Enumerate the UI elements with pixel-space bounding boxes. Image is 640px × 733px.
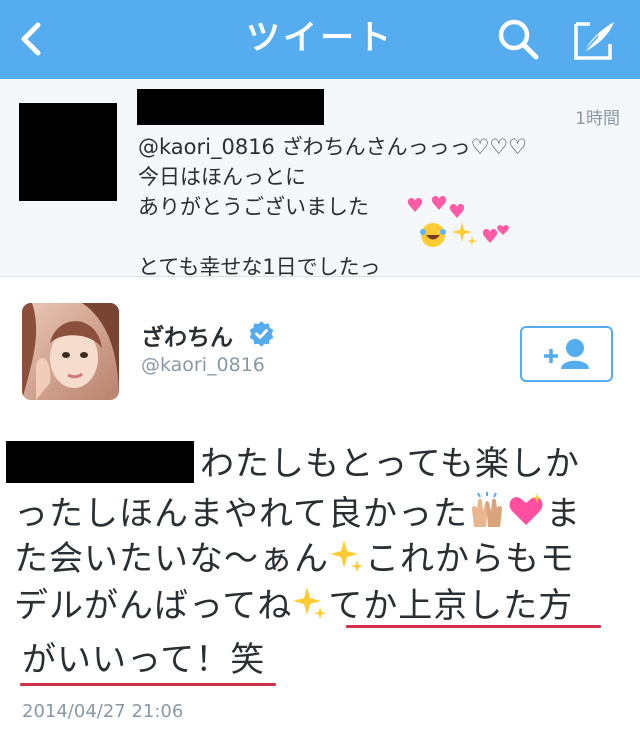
tweet-timestamp: 2014/04/27 21:06 — [22, 701, 184, 722]
raised-hands-emoji-icon — [471, 492, 502, 527]
hearts-emoji-icon — [482, 225, 509, 243]
compose-icon[interactable] — [568, 14, 620, 66]
tweet-body-line-4-text: デルがんばってね — [14, 586, 293, 626]
redacted-avatar — [19, 103, 117, 201]
red-underline-2 — [20, 683, 276, 686]
page-title: ツイート — [246, 18, 394, 58]
red-underline-1 — [346, 625, 601, 628]
chevron-left-icon[interactable] — [14, 17, 50, 61]
context-tweet-body: @kaori_0816 ざわちんさんっっっ♡♡♡ 今日はほんっとに ありがとうご… — [138, 135, 528, 279]
navigation-bar: ツイート — [0, 0, 640, 79]
redacted-username — [137, 89, 324, 125]
tweet-body-line-4-tail: てか上京した方 — [328, 586, 574, 626]
two-hearts-emoji-icon — [407, 196, 465, 218]
tweet-body-line-2: ったしほんまやれて良かった ま — [14, 491, 581, 534]
sparkling-heart-emoji-icon — [509, 493, 543, 525]
tweet-body-line-4: デルがんばってね てか上京した方 — [14, 585, 573, 626]
tweet-body-line-3-tail: これからもモ — [365, 539, 575, 579]
sparkles-emoji-icon — [330, 540, 363, 572]
redacted-mention — [6, 441, 194, 483]
tweet-body-line-1: わたしもとっても楽しか — [200, 444, 580, 484]
laughing-emoji-icon — [420, 223, 446, 247]
sparkles-emoji-icon — [293, 587, 327, 619]
tweet-body-line-2-tail: ま — [545, 494, 581, 534]
follow-button[interactable] — [520, 326, 613, 382]
tweet-body-line-3: た会いたいな〜ぁん これからもモ — [14, 538, 575, 579]
user-handle[interactable]: @kaori_0816 — [141, 354, 265, 376]
tweet-body-line-5: がいいって！笑 — [22, 640, 266, 680]
tweet-body-line-2-text: ったしほんまやれて良かった — [14, 494, 468, 534]
add-user-icon — [544, 339, 589, 369]
user-display-name[interactable]: ざわちん — [141, 318, 233, 352]
context-tweet-text: @kaori_0816 ざわちんさんっっっ♡♡♡ 今日はほんっとに ありがとうご… — [138, 132, 618, 282]
verified-badge-icon — [249, 321, 274, 347]
sparkles-emoji-icon — [452, 222, 477, 246]
tweet-body-line-3-text: た会いたいな〜ぁん — [14, 539, 329, 579]
tweet-time: 1時間 — [575, 109, 620, 129]
avatar[interactable] — [22, 303, 119, 400]
search-icon[interactable] — [494, 15, 542, 63]
